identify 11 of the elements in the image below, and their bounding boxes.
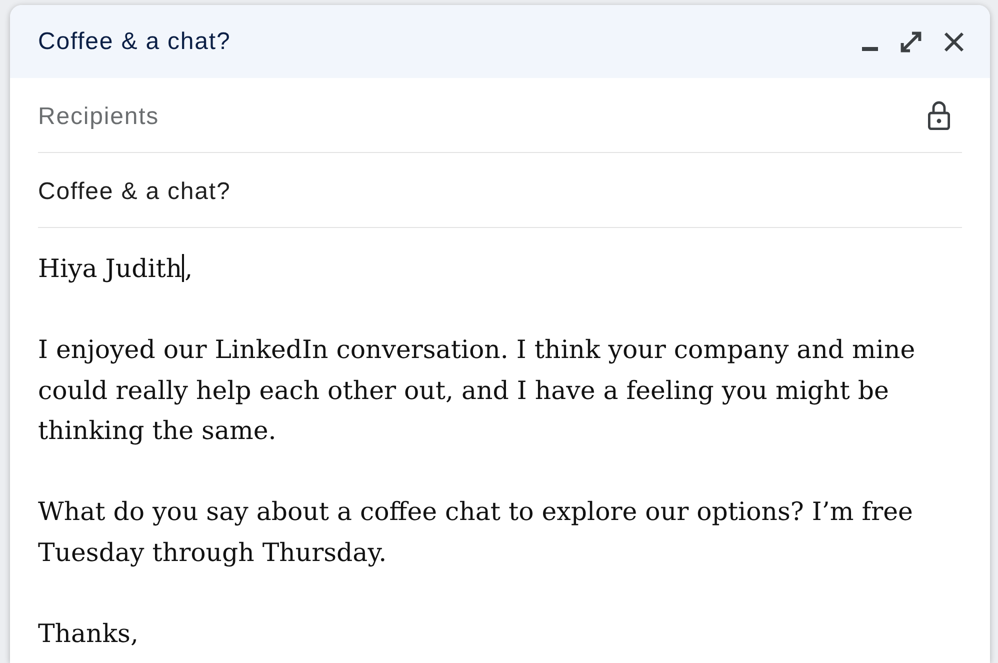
window-title: Coffee & a chat? (38, 28, 231, 56)
minimize-icon (862, 46, 878, 50)
recipients-field[interactable]: Recipients (38, 99, 928, 135)
body-text: I enjoyed our LinkedIn conversation. I think your company and mine could really help each other out, and I have a feeling you might be thinking the same. (38, 334, 916, 447)
close-icon (944, 32, 964, 52)
lock-icon (928, 100, 950, 130)
body-text: Thanks, (38, 618, 140, 650)
expand-icon (900, 30, 922, 52)
body-text: What do you say about a coffee chat to explore our options? I’m free Tuesday through Thursday. (38, 496, 914, 569)
subject-field[interactable]: Coffee & a chat? (38, 174, 962, 210)
body-text: Hiya Judith, (38, 253, 194, 285)
